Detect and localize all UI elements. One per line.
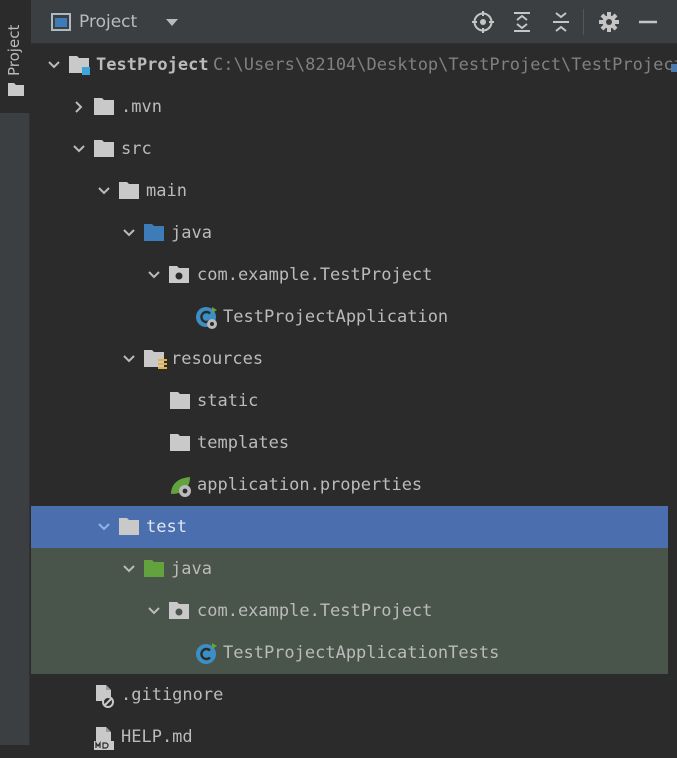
tree-item-label: resources — [171, 349, 264, 369]
folder-icon — [94, 140, 114, 157]
test-class-icon — [196, 643, 217, 664]
tree-item-mvn[interactable]: .mvn — [31, 86, 668, 128]
tree-item-app-properties[interactable]: application.properties — [31, 464, 668, 506]
package-icon — [169, 602, 189, 619]
project-tool-tab[interactable]: Project — [0, 0, 30, 113]
package-icon — [169, 266, 189, 283]
toolbar-separator — [583, 9, 584, 35]
tree-item-label: TestProjectApplication — [223, 307, 449, 327]
tree-item-static[interactable]: static — [31, 380, 668, 422]
tree-item-label: java — [171, 559, 212, 579]
tree-item-label: java — [171, 223, 212, 243]
tree-item-main[interactable]: main — [31, 170, 668, 212]
tree-item-templates[interactable]: templates — [31, 422, 668, 464]
collapse-all-icon — [553, 12, 569, 32]
chevron-down-icon[interactable] — [97, 184, 111, 198]
expand-all-icon — [514, 12, 530, 32]
project-view-icon — [51, 13, 71, 31]
spring-class-icon — [196, 307, 217, 329]
tree-item-label: .mvn — [121, 97, 162, 117]
tree-item-label: com.example.TestProject — [197, 601, 433, 621]
folder-icon — [170, 392, 190, 409]
settings-button[interactable] — [598, 11, 620, 33]
tree-item-label: application.properties — [197, 475, 423, 495]
expand-all-button[interactable] — [511, 11, 533, 33]
folder-icon — [94, 98, 114, 115]
folder-icon — [170, 434, 190, 451]
chevron-down-icon[interactable] — [122, 352, 136, 366]
chevron-down-icon[interactable] — [165, 19, 179, 27]
spring-properties-icon — [171, 477, 191, 497]
tree-item-label: static — [197, 391, 259, 411]
tree-item-label: .gitignore — [121, 685, 224, 705]
tree-item-label: HELP.md — [121, 727, 193, 747]
tree-item-main-java[interactable]: java — [31, 212, 668, 254]
chevron-down-icon[interactable] — [47, 58, 61, 72]
folder-icon — [8, 83, 24, 96]
project-tree[interactable]: TestProject C:\Users\82104\Desktop\TestP… — [31, 44, 677, 750]
chevron-right-icon[interactable] — [72, 100, 86, 114]
chevron-down-icon[interactable] — [147, 604, 161, 618]
tree-item-label: com.example.TestProject — [197, 265, 433, 285]
chevron-down-icon[interactable] — [122, 562, 136, 576]
chevron-down-icon[interactable] — [72, 142, 86, 156]
crosshair-icon — [472, 11, 494, 33]
chevron-down-icon[interactable] — [122, 226, 136, 240]
project-tool-tab-label: Project — [5, 24, 23, 76]
tree-item-gitignore[interactable]: .gitignore — [31, 674, 668, 716]
hide-button[interactable] — [637, 11, 659, 33]
tree-item-main-app[interactable]: TestProjectApplication — [31, 296, 668, 338]
tool-window-strip: Project — [0, 0, 30, 745]
tree-item-label: main — [146, 181, 187, 201]
collapse-all-button[interactable] — [550, 11, 572, 33]
chevron-down-icon[interactable] — [97, 520, 111, 534]
folder-icon — [119, 182, 139, 199]
minimize-icon — [639, 20, 657, 24]
tree-item-test-app[interactable]: TestProjectApplicationTests — [31, 632, 668, 674]
tree-item-root[interactable]: TestProject C:\Users\82104\Desktop\TestP… — [31, 44, 677, 86]
tree-item-label: templates — [197, 433, 290, 453]
tree-item-label: TestProjectApplicationTests — [223, 643, 500, 663]
tree-item-test-package[interactable]: com.example.TestProject — [31, 590, 668, 632]
tree-item-help[interactable]: HELP.md — [31, 716, 668, 758]
locate-button[interactable] — [472, 11, 494, 33]
markdown-file-icon — [94, 727, 114, 750]
ignore-file-icon — [96, 685, 114, 708]
test-folder-icon — [144, 560, 164, 577]
module-folder-icon — [69, 56, 90, 75]
tree-item-test-java[interactable]: java — [31, 548, 668, 590]
source-folder-icon — [144, 224, 164, 241]
tree-item-test[interactable]: test — [31, 506, 668, 548]
project-header: Project — [31, 0, 677, 44]
tree-item-label: src — [121, 139, 152, 159]
chevron-down-icon[interactable] — [147, 268, 161, 282]
gear-icon — [599, 12, 619, 32]
tree-item-src[interactable]: src — [31, 128, 668, 170]
tree-item-label: TestProject — [96, 55, 209, 75]
view-selector[interactable]: Project — [79, 10, 137, 34]
project-path: C:\Users\82104\Desktop\TestProject\TestP… — [213, 55, 677, 75]
tree-item-label: test — [146, 517, 187, 537]
resources-folder-icon — [144, 350, 167, 369]
tree-item-main-package[interactable]: com.example.TestProject — [31, 254, 668, 296]
tree-item-resources[interactable]: resources — [31, 338, 668, 380]
folder-icon — [119, 518, 139, 535]
